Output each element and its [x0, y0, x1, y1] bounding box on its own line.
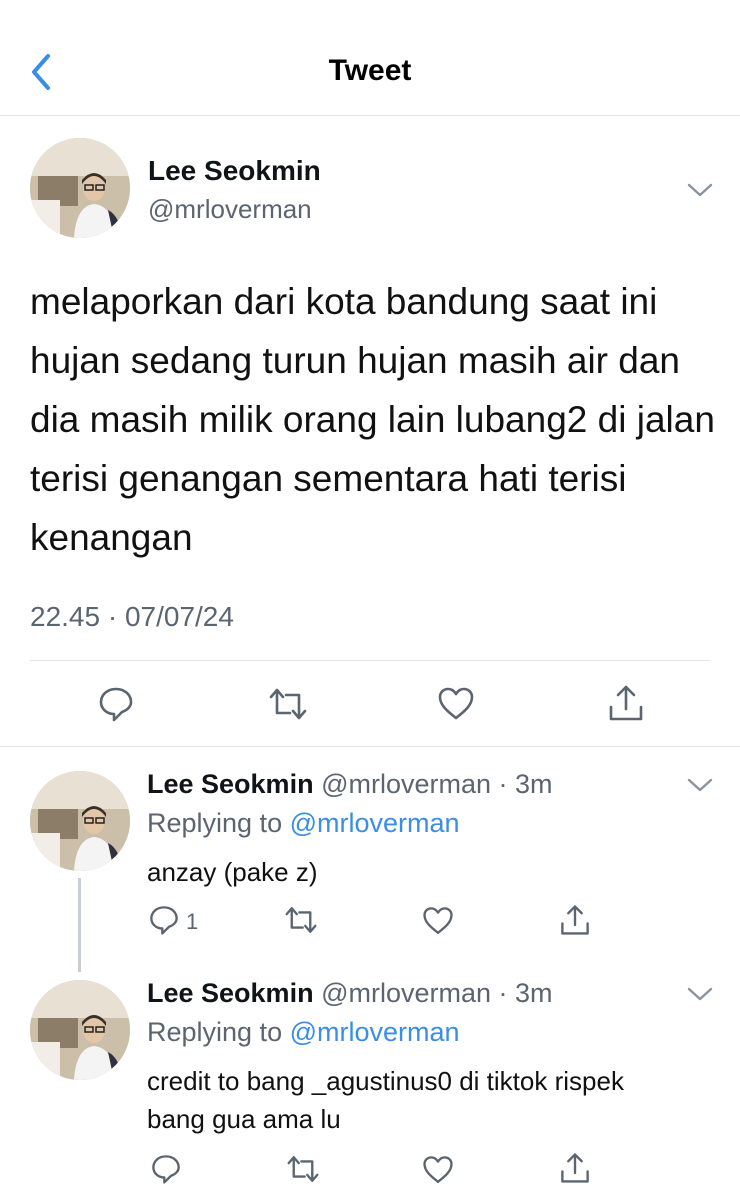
- retweet-icon: [287, 1156, 319, 1182]
- like-button[interactable]: [422, 905, 454, 937]
- retweet-button[interactable]: [286, 1153, 320, 1185]
- author-name[interactable]: Lee Seokmin: [148, 155, 321, 187]
- more-options-button[interactable]: [686, 180, 714, 200]
- page-title: Tweet: [328, 54, 412, 87]
- author-name[interactable]: Lee Seokmin: [147, 769, 314, 799]
- retweet-button[interactable]: [284, 904, 318, 936]
- heart-icon: [423, 1156, 453, 1183]
- reply-header: Lee Seokmin @mrloverman · 3m: [147, 769, 553, 800]
- retweet-icon: [285, 907, 317, 933]
- share-button[interactable]: [607, 683, 645, 723]
- replying-prefix: Replying to: [147, 808, 283, 838]
- thread-connector: [78, 878, 81, 972]
- avatar-photo: [30, 980, 130, 1080]
- retweet-button[interactable]: [268, 685, 308, 723]
- chevron-down-icon: [687, 183, 713, 197]
- avatar[interactable]: [30, 771, 130, 871]
- divider: [0, 746, 740, 747]
- like-button[interactable]: [422, 1154, 454, 1186]
- reply-text: anzay (pake z): [147, 857, 318, 887]
- replying-handle-link[interactable]: @mrloverman: [290, 808, 460, 838]
- reply-count: 1: [186, 909, 199, 934]
- replying-handle-link[interactable]: @mrloverman: [290, 1017, 460, 1047]
- reply-bubble-icon: [99, 687, 133, 722]
- share-icon: [561, 1153, 589, 1183]
- reply-button[interactable]: [97, 685, 135, 723]
- reply-text: credit to bang _agustinus0 di tiktok ris…: [147, 1066, 624, 1134]
- reply-meta: @mrloverman · 3m: [321, 978, 553, 1008]
- replying-to: Replying to @mrloverman: [147, 808, 460, 839]
- retweet-icon: [269, 688, 307, 720]
- share-button[interactable]: [559, 1151, 591, 1185]
- chevron-down-icon: [687, 987, 713, 1001]
- reply-bubble-icon: [150, 906, 178, 935]
- reply-bubble-icon: [152, 1155, 180, 1184]
- replying-prefix: Replying to: [147, 1017, 283, 1047]
- avatar-photo: [30, 138, 130, 238]
- heart-icon: [438, 687, 474, 720]
- share-icon: [561, 905, 589, 935]
- more-options-button[interactable]: [686, 775, 714, 795]
- more-options-button[interactable]: [686, 984, 714, 1004]
- timestamp: 22.45 · 07/07/24: [30, 601, 234, 632]
- share-icon: [609, 685, 643, 721]
- replying-to: Replying to @mrloverman: [147, 1017, 460, 1048]
- divider: [30, 660, 710, 661]
- avatar[interactable]: [30, 980, 130, 1080]
- heart-icon: [423, 907, 453, 934]
- author-handle[interactable]: @mrloverman: [148, 194, 312, 225]
- avatar-photo: [30, 771, 130, 871]
- share-button[interactable]: [559, 903, 591, 937]
- avatar[interactable]: [30, 138, 130, 238]
- tweet-text: melaporkan dari kota bandung saat ini hu…: [30, 281, 715, 558]
- reply-header: Lee Seokmin @mrloverman · 3m: [147, 978, 553, 1009]
- top-bar: Tweet: [0, 0, 740, 116]
- author-name[interactable]: Lee Seokmin: [147, 978, 314, 1008]
- reply-button[interactable]: [148, 904, 180, 936]
- chevron-down-icon: [687, 778, 713, 792]
- like-button[interactable]: [437, 685, 475, 723]
- reply-button[interactable]: [150, 1153, 182, 1185]
- reply-meta: @mrloverman · 3m: [321, 769, 553, 799]
